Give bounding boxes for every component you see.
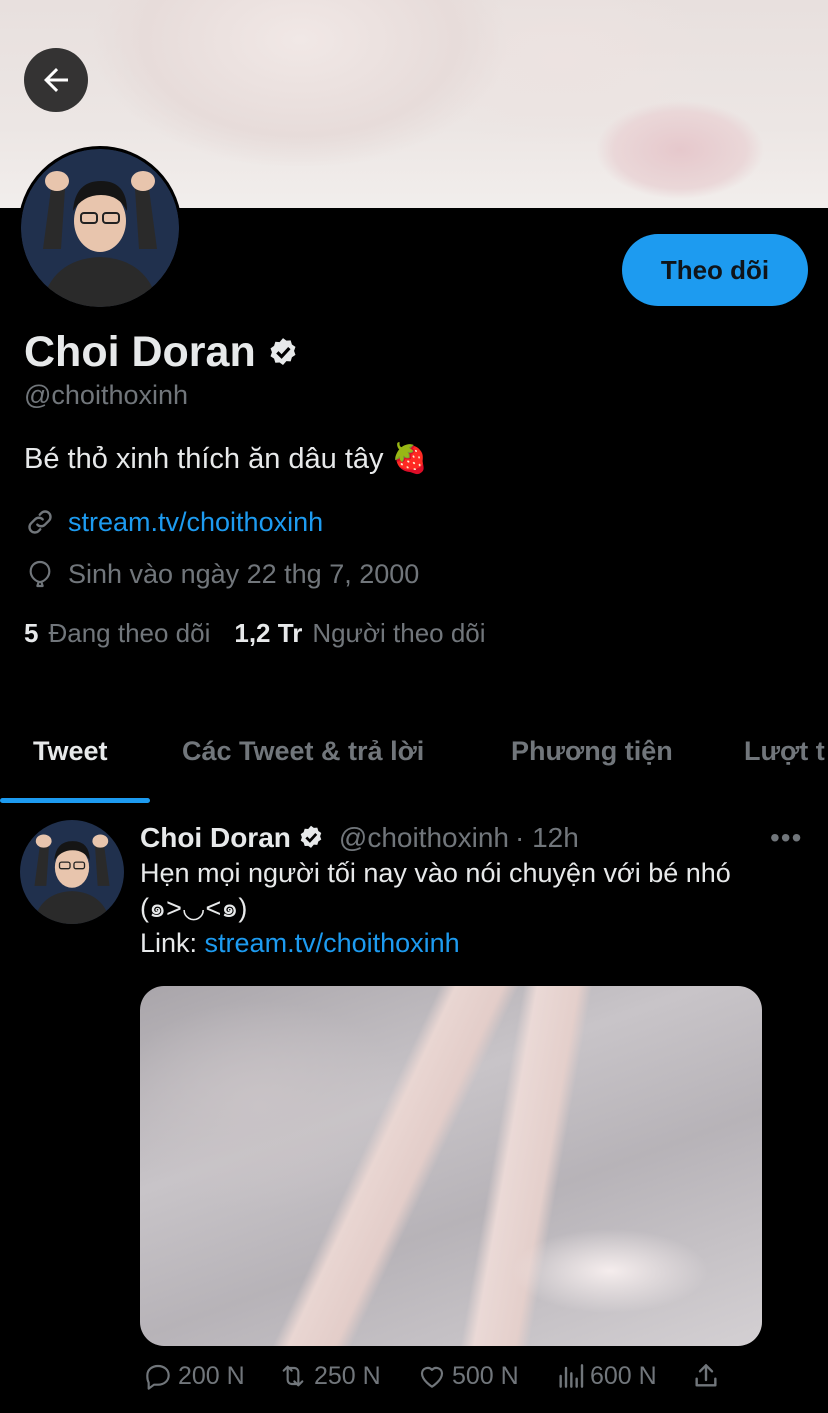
tab-tweets[interactable]: Tweet <box>33 736 108 767</box>
profile-name: Choi Doran <box>24 328 300 377</box>
reply-count: 200 N <box>178 1361 245 1390</box>
profile-link[interactable]: stream.tv/choithoxinh <box>68 507 323 538</box>
link-icon <box>28 510 52 534</box>
active-tab-indicator <box>0 798 150 803</box>
views-chart-icon <box>559 1364 584 1388</box>
more-options-icon[interactable]: ••• <box>770 822 802 854</box>
profile-bio: Bé thỏ xinh thích ăn dâu tây 🍓 <box>24 443 428 475</box>
reply-button[interactable]: 200 N <box>142 1360 245 1392</box>
profile-name-text: Choi Doran <box>24 328 256 376</box>
tweet-actions: 200 N 250 N 500 N 600 N <box>140 1360 740 1400</box>
retweet-icon <box>282 1365 304 1387</box>
following-count[interactable]: 5 <box>24 618 38 649</box>
like-button[interactable]: 500 N <box>416 1360 519 1392</box>
tweet-time[interactable]: · 12h <box>515 822 579 854</box>
retweet-button[interactable]: 250 N <box>276 1360 381 1392</box>
share-button[interactable] <box>690 1360 722 1392</box>
tweet-text: Hẹn mọi người tối nay vào nói chuyện với… <box>140 856 800 961</box>
back-button[interactable] <box>24 48 88 112</box>
tweet-header: Choi Doran @choithoxinh · 12h <box>140 822 579 854</box>
arrow-left-icon <box>44 68 68 92</box>
tab-tweets-replies[interactable]: Các Tweet & trả lời <box>182 736 424 767</box>
profile-birthday: Sinh vào ngày 22 thg 7, 2000 <box>68 558 420 589</box>
followers-count[interactable]: 1,2 Tr <box>234 618 302 649</box>
profile-birthday-row: Sinh vào ngày 22 thg 7, 2000 <box>24 558 419 590</box>
tweet-avatar-photo <box>20 820 124 924</box>
avatar-photo <box>21 149 179 307</box>
reply-icon <box>146 1364 170 1390</box>
tweet-avatar[interactable] <box>20 820 124 924</box>
profile-avatar[interactable] <box>18 146 182 310</box>
followers-label[interactable]: Người theo dõi <box>312 618 485 649</box>
retweet-count: 250 N <box>314 1361 381 1390</box>
profile-handle: @choithoxinh <box>24 380 189 410</box>
profile-link-row[interactable]: stream.tv/choithoxinh <box>24 506 323 538</box>
following-label[interactable]: Đang theo dõi <box>48 618 210 649</box>
tweet-text-line: (๑>◡<๑) <box>140 893 248 923</box>
view-count: 600 N <box>590 1361 657 1390</box>
balloon-icon <box>29 560 51 588</box>
tweet-media-image[interactable] <box>140 986 762 1346</box>
follow-button[interactable]: Theo dõi <box>622 234 808 306</box>
verified-badge-icon <box>270 337 296 365</box>
verified-badge-icon <box>300 825 322 848</box>
tweet-link-line: Link: stream.tv/choithoxinh <box>140 926 800 961</box>
follow-stats: 5 Đang theo dõi 1,2 Tr Người theo dõi <box>24 618 500 649</box>
tweet-text-line: Hẹn mọi người tối nay vào nói chuyện với… <box>140 858 731 888</box>
tweet-author-handle[interactable]: @choithoxinh <box>339 822 509 854</box>
heart-icon <box>420 1366 444 1388</box>
views-button[interactable]: 600 N <box>554 1360 657 1392</box>
like-count: 500 N <box>452 1361 519 1390</box>
share-icon <box>695 1364 717 1387</box>
tweet-link[interactable]: stream.tv/choithoxinh <box>205 928 460 958</box>
tweet-author-name[interactable]: Choi Doran <box>140 822 291 854</box>
profile-tabs: Tweet Các Tweet & trả lời Phương tiện Lư… <box>0 712 828 804</box>
tweet-link-prefix: Link: <box>140 928 205 958</box>
tab-likes[interactable]: Lượt t <box>744 736 825 767</box>
tab-media[interactable]: Phương tiện <box>511 736 673 767</box>
